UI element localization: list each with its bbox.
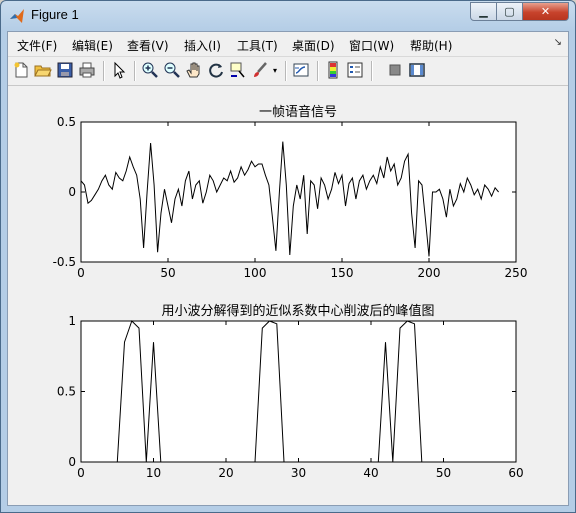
hide-plot-tools-button[interactable] — [386, 61, 404, 79]
save-button[interactable] — [56, 61, 74, 79]
y-tick-label: -0.5 — [53, 255, 76, 269]
axes-2-title: 用小波分解得到的近似系数中心削波后的峰值图 — [161, 303, 434, 319]
maximize-icon: ▢ — [504, 5, 515, 18]
x-tick-label: 40 — [363, 466, 378, 480]
x-tick-label: 30 — [291, 466, 306, 480]
figure-window: Figure 1 ▁ ▢ ✕ 文件(F) 编辑(E) 查看(V) 插入(I) 工… — [0, 0, 576, 513]
y-tick-label: 0.5 — [57, 115, 76, 129]
plots-svg: 一帧语音信号 0 50 100 150 200 2500.50-0.5 用小波分解得到的近… — [53, 104, 528, 480]
pan-hand-icon — [186, 62, 200, 78]
hide-plot-tools-icon — [389, 64, 401, 76]
open-button[interactable] — [34, 61, 52, 79]
show-plot-tools-button[interactable] — [408, 61, 426, 79]
data-cursor-icon — [230, 62, 245, 78]
y-tick-label: 1 — [68, 314, 76, 328]
brush-dropdown[interactable]: ▾ — [270, 61, 280, 79]
pan-button[interactable] — [185, 61, 203, 79]
close-icon: ✕ — [540, 5, 551, 18]
menu-overflow-icon[interactable]: ↘ — [554, 37, 562, 48]
x-tick-label: 250 — [505, 266, 528, 280]
menu-bar: 文件(F) 编辑(E) 查看(V) 插入(I) 工具(T) 桌面(D) 窗口(W… — [8, 32, 568, 57]
new-figure-button[interactable] — [12, 61, 30, 79]
menu-edit[interactable]: 编辑(E) — [72, 37, 113, 54]
x-tick-label: 0 — [77, 266, 85, 280]
colorbar-icon — [328, 61, 338, 79]
menu-insert[interactable]: 插入(I) — [184, 37, 221, 54]
open-folder-icon — [34, 65, 52, 77]
y-tick-label: 0.5 — [57, 385, 76, 399]
x-tick-label: 60 — [508, 466, 523, 480]
print-icon — [79, 62, 95, 78]
x-tick-label: 100 — [244, 266, 267, 280]
maximize-button[interactable]: ▢ — [497, 2, 523, 21]
figure-toolbar: ▾ — [8, 57, 568, 86]
window-title: Figure 1 — [31, 7, 79, 22]
x-tick-label: 50 — [160, 266, 175, 280]
minimize-button[interactable]: ▁ — [470, 2, 497, 21]
menu-help[interactable]: 帮助(H) — [410, 37, 452, 54]
insert-colorbar-button[interactable] — [324, 61, 342, 79]
save-icon — [57, 62, 73, 78]
axes-1[interactable]: 一帧语音信号 0 50 100 150 200 2500.50-0.5 — [53, 104, 528, 280]
minimize-icon: ▁ — [479, 5, 488, 18]
figure-canvas: 一帧语音信号 0 50 100 150 200 250 0.5 0 -0.5 用小波分解得到的近… — [8, 86, 568, 505]
link-plot-button[interactable] — [292, 61, 310, 79]
axes-2[interactable]: 用小波分解得到的近似系数中心削波后的峰值图 0 10 20 30 40 50 60 1 0.5 0 — [57, 303, 524, 480]
legend-icon — [347, 62, 363, 78]
menu-window[interactable]: 窗口(W) — [349, 37, 394, 54]
x-tick-label: 200 — [418, 266, 441, 280]
brush-button[interactable] — [251, 61, 269, 79]
zoom-in-button[interactable] — [141, 61, 159, 79]
x-tick-label: 150 — [331, 266, 354, 280]
edit-plot-button[interactable] — [110, 61, 128, 79]
y-tick-label: 0 — [68, 185, 76, 199]
rotate-button[interactable] — [207, 61, 225, 79]
show-plot-tools-icon — [409, 63, 425, 77]
x-tick-label: 50 — [436, 466, 451, 480]
figure-client-area: 文件(F) 编辑(E) 查看(V) 插入(I) 工具(T) 桌面(D) 窗口(W… — [7, 31, 569, 506]
new-file-icon — [14, 62, 28, 78]
pointer-icon — [114, 61, 126, 79]
axes-1-title: 一帧语音信号 — [259, 104, 337, 120]
matlab-logo-icon — [10, 9, 24, 23]
zoom-in-icon — [142, 62, 158, 78]
axes-2-box — [80, 320, 517, 463]
menu-view[interactable]: 查看(V) — [127, 37, 169, 54]
x-tick-label: 20 — [218, 466, 233, 480]
title-bar[interactable]: Figure 1 ▁ ▢ ✕ — [1, 1, 575, 31]
menu-tools[interactable]: 工具(T) — [237, 37, 278, 54]
zoom-out-button[interactable] — [163, 61, 181, 79]
rotate-3d-icon — [209, 63, 223, 78]
close-button[interactable]: ✕ — [523, 2, 569, 21]
link-plot-icon — [293, 63, 309, 77]
x-tick-label: 10 — [146, 466, 161, 480]
zoom-out-icon — [164, 62, 180, 78]
print-button[interactable] — [78, 61, 96, 79]
insert-legend-button[interactable] — [346, 61, 364, 79]
y-tick-label: 0 — [68, 455, 76, 469]
x-tick-label: 0 — [77, 466, 85, 480]
menu-desktop[interactable]: 桌面(D) — [292, 37, 335, 54]
menu-file[interactable]: 文件(F) — [17, 37, 57, 54]
chevron-down-icon: ▾ — [272, 65, 277, 75]
data-cursor-button[interactable] — [229, 61, 247, 79]
brush-icon — [254, 62, 267, 77]
